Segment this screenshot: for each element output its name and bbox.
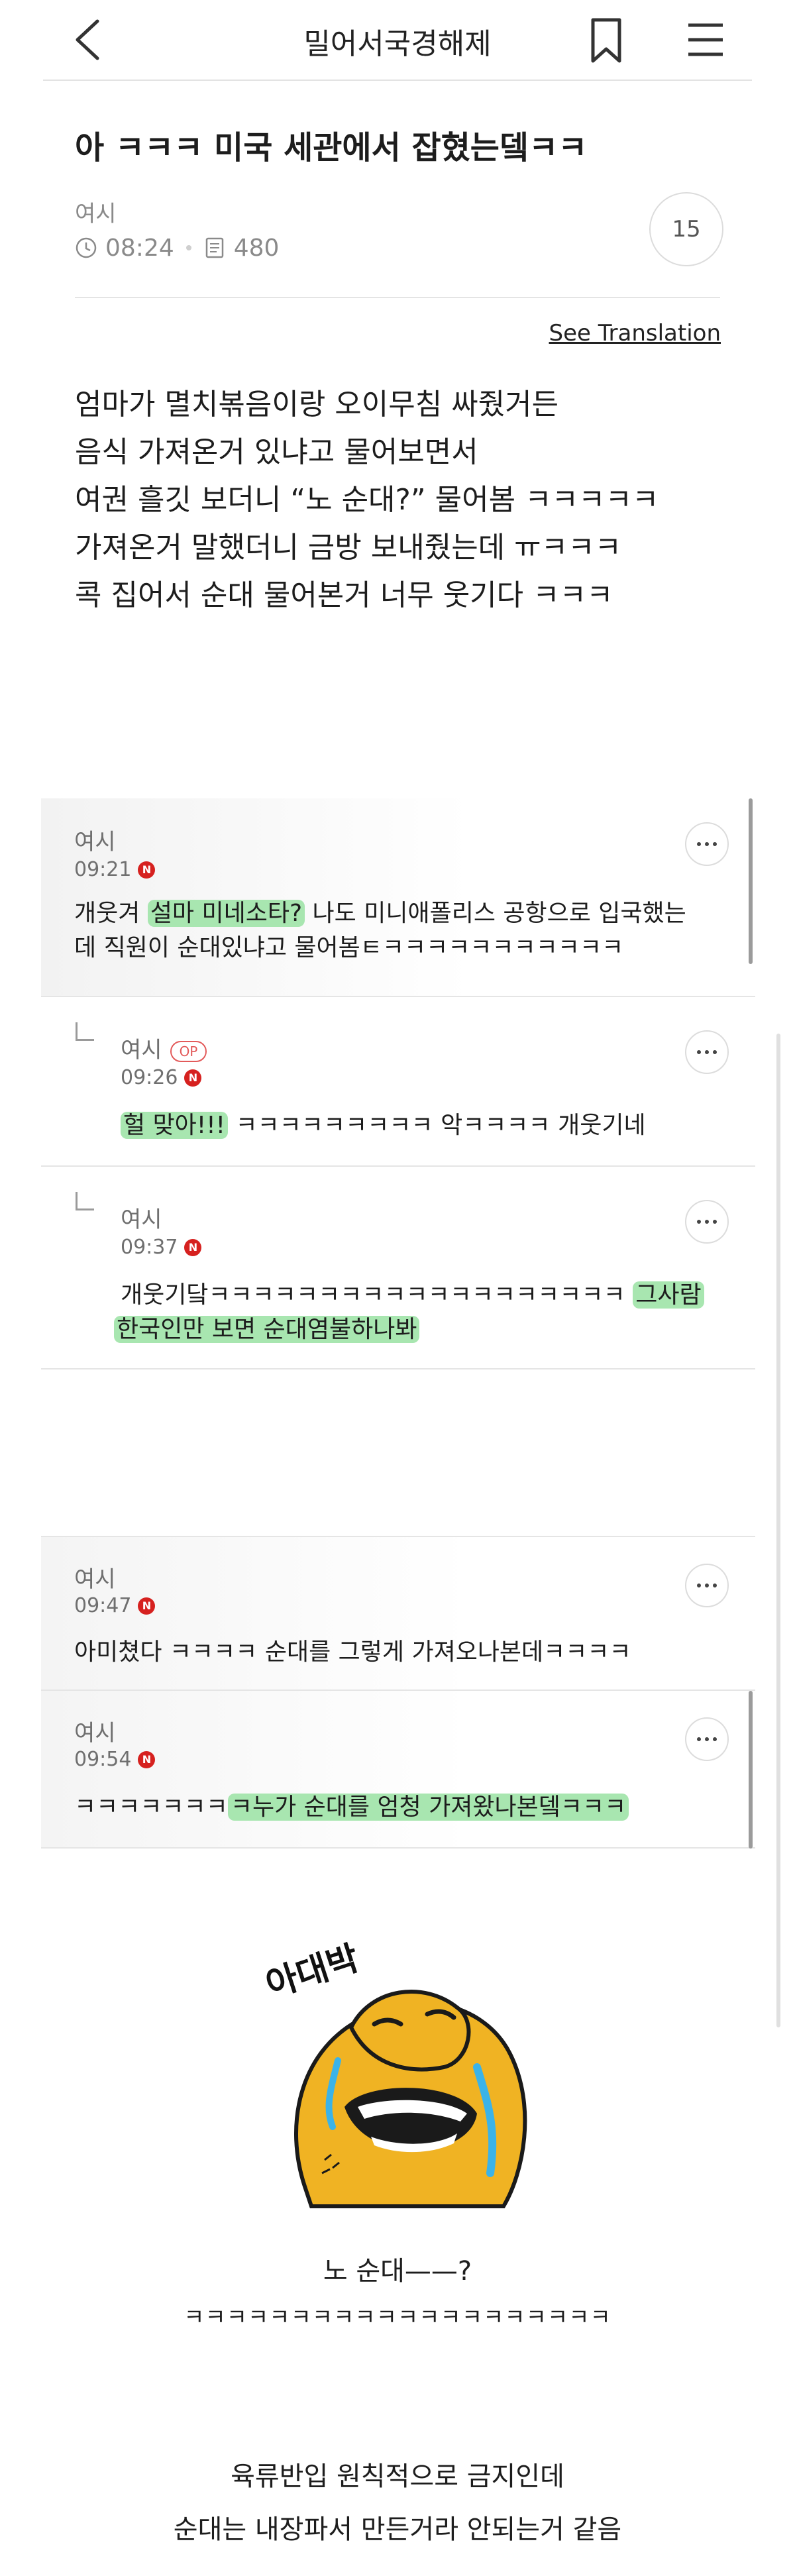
- comment-item: 여시 09:21 N 개웃겨 설마 미네소타? 나도 미니애폴리스 공항으로 입…: [41, 798, 755, 997]
- post-body: 엄마가 멸치볶음이랑 오이무침 싸줬거든 음식 가져온거 있냐고 물어보면서 여…: [75, 381, 659, 619]
- page-scrollbar[interactable]: [776, 1034, 780, 2027]
- new-badge: N: [184, 1238, 202, 1256]
- header-divider: [43, 80, 752, 81]
- bookmark-icon[interactable]: [586, 17, 626, 64]
- comment-text-part: 개웃기닼ㅋㅋㅋㅋㅋㅋㅋㅋㅋㅋㅋㅋㅋㅋㅋㅋㅋㅋㅋ: [121, 1281, 633, 1309]
- comment-text: 헐 맞아!!! ㅋㅋㅋㅋㅋㅋㅋㅋㅋ 악ㅋㅋㅋㅋ 개웃기네: [121, 1108, 646, 1143]
- comment-nickname: 여시: [74, 1566, 116, 1593]
- board-title: 밀어서국경해제: [303, 27, 492, 61]
- op-badge: OP: [170, 1040, 207, 1062]
- meme-text: 아대박: [261, 1938, 364, 2005]
- top-navigation-bar: 밀어서국경해제: [0, 0, 795, 81]
- comment-screenshot-2: 여시 09:47 N 아미쳤다 ㅋㅋㅋㅋ 순대를 그렇게 가져오나본데ㅋㅋㅋㅋ …: [41, 1536, 755, 1849]
- caption-line: ㅋㅋㅋㅋㅋㅋㅋㅋㅋㅋㅋㅋㅋㅋㅋㅋㅋㅋㅋㅋ: [184, 2304, 611, 2331]
- reply-indicator-icon: [76, 1192, 94, 1210]
- more-options-button[interactable]: [685, 1717, 729, 1761]
- comment-time-text: 09:21: [74, 858, 132, 881]
- caption-line: 순대는 내장파서 만든거라 안되는거 같음: [173, 2514, 622, 2545]
- see-translation-link[interactable]: See Translation: [549, 320, 721, 347]
- more-options-button[interactable]: [685, 1030, 729, 1074]
- comment-screenshot-1: 여시 09:21 N 개웃겨 설마 미네소타? 나도 미니애폴리스 공항으로 입…: [41, 798, 755, 1408]
- meta-separator: [186, 245, 191, 250]
- post-meta: 08:24 480: [75, 233, 279, 262]
- post-divider: [75, 297, 720, 298]
- clock-icon: [76, 237, 97, 258]
- comment-count-button[interactable]: 15: [649, 192, 723, 266]
- crying-laughing-character-icon: 아대박: [261, 1938, 527, 2208]
- post-author: 여시: [75, 201, 117, 227]
- more-options-button[interactable]: [685, 1564, 729, 1607]
- body-line: 콕 집어서 순대 물어본거 너무 웃기다 ㅋㅋㅋ: [75, 578, 613, 612]
- new-badge: N: [138, 1750, 156, 1768]
- comment-text-part: ㅋㅋㅋㅋㅋㅋㅋ: [74, 1794, 228, 1821]
- comment-time-text: 09:47: [74, 1594, 132, 1617]
- new-badge: N: [138, 1597, 156, 1615]
- post-time: 08:24: [105, 234, 174, 262]
- body-line: 여권 흘깃 보더니 “노 순대?” 물어봄 ㅋㅋㅋㅋㅋ: [75, 483, 659, 517]
- comment-time: 09:54 N: [74, 1748, 156, 1771]
- highlighted-text: 한국인만 보면 순대염불하나봐: [114, 1316, 420, 1343]
- highlighted-text: 설마 미네소타?: [147, 900, 305, 927]
- comment-time: 09:47 N: [74, 1594, 156, 1617]
- new-badge: N: [138, 861, 156, 879]
- caption-line: 육류반입 원칙적으로 금지인데: [231, 2461, 564, 2492]
- comment-time-text: 09:26: [121, 1066, 178, 1089]
- comment-nickname: 여시: [121, 1207, 162, 1233]
- more-options-button[interactable]: [685, 1200, 729, 1244]
- comment-text: 개웃기닼ㅋㅋㅋㅋㅋㅋㅋㅋㅋㅋㅋㅋㅋㅋㅋㅋㅋㅋㅋ 그사람 한국인만 보면 순대염불…: [114, 1278, 704, 1347]
- highlighted-text: ㅋ누가 순대를 엄청 가져왔나본뎈ㅋㅋㅋ: [227, 1794, 629, 1821]
- more-options-button[interactable]: [685, 822, 729, 866]
- highlighted-text: 그사람: [633, 1281, 704, 1309]
- body-line: 엄마가 멸치볶음이랑 오이무침 싸줬거든: [75, 388, 559, 421]
- comment-time-text: 09:54: [74, 1748, 132, 1771]
- post-views: 480: [233, 234, 280, 262]
- comment-reply: 여시 09:37 N 개웃기닼ㅋㅋㅋㅋㅋㅋㅋㅋㅋㅋㅋㅋㅋㅋㅋㅋㅋㅋㅋ 그사람 한…: [41, 1167, 755, 1369]
- comment-time: 09:21 N: [74, 858, 156, 881]
- caption-line: 노 순대——?: [323, 2256, 472, 2286]
- comment-item: 여시 09:47 N 아미쳤다 ㅋㅋㅋㅋ 순대를 그렇게 가져오나본데ㅋㅋㅋㅋ: [41, 1537, 755, 1691]
- comment-text: ㅋㅋㅋㅋㅋㅋㅋ ㅋ누가 순대를 엄청 가져왔나본뎈ㅋㅋㅋ: [74, 1790, 629, 1825]
- post-title: 아 ㅋㅋㅋ 미국 세관에서 잡혔는뎈ㅋㅋ: [75, 129, 588, 166]
- comment-nickname: 여시: [74, 1720, 116, 1746]
- comment-time: 09:26 N: [121, 1066, 202, 1089]
- comment-time-text: 09:37: [121, 1236, 178, 1259]
- hamburger-menu-icon[interactable]: [686, 20, 725, 60]
- body-line: 가져온거 말했더니 금방 보내줬는데 ㅠㅋㅋㅋ: [75, 531, 622, 564]
- comment-text: 개웃겨 설마 미네소타? 나도 미니애폴리스 공항으로 입국했는 데 직원이 순…: [74, 896, 686, 965]
- comment-text: 아미쳤다 ㅋㅋㅋㅋ 순대를 그렇게 가져오나본데ㅋㅋㅋㅋ: [74, 1638, 631, 1666]
- comment-nickname: 여시: [74, 829, 116, 855]
- comment-item: 여시 09:54 N ㅋㅋㅋㅋㅋㅋㅋ ㅋ누가 순대를 엄청 가져왔나본뎈ㅋㅋㅋ: [41, 1691, 755, 1849]
- comment-text-part: 데 직원이 순대있냐고 물어봄ㅌㅋㅋㅋㅋㅋㅋㅋㅋㅋㅋㅋ: [74, 934, 624, 961]
- new-badge: N: [184, 1069, 202, 1087]
- comment-reply: 여시 OP 09:26 N 헐 맞아!!! ㅋㅋㅋㅋㅋㅋㅋㅋㅋ 악ㅋㅋㅋㅋ 개웃기…: [41, 997, 755, 1167]
- highlighted-text: 헐 맞아!!!: [121, 1112, 229, 1139]
- comment-text-part: 개웃겨: [74, 900, 148, 927]
- comment-text-part: ㅋㅋㅋㅋㅋㅋㅋㅋㅋ 악ㅋㅋㅋㅋ 개웃기네: [228, 1112, 646, 1139]
- comment-nickname: 여시 OP: [121, 1032, 207, 1064]
- scrollbar[interactable]: [749, 798, 753, 964]
- document-icon: [205, 237, 223, 258]
- comment-time: 09:37 N: [121, 1236, 202, 1259]
- reply-indicator-icon: [76, 1022, 94, 1041]
- scrollbar[interactable]: [749, 1691, 753, 1849]
- comment-nickname-text: 여시: [121, 1037, 162, 1063]
- comment-text-part: 나도 미니애폴리스 공항으로 입국했는: [305, 900, 686, 927]
- body-line: 음식 가져온거 있냐고 물어보면서: [75, 435, 478, 469]
